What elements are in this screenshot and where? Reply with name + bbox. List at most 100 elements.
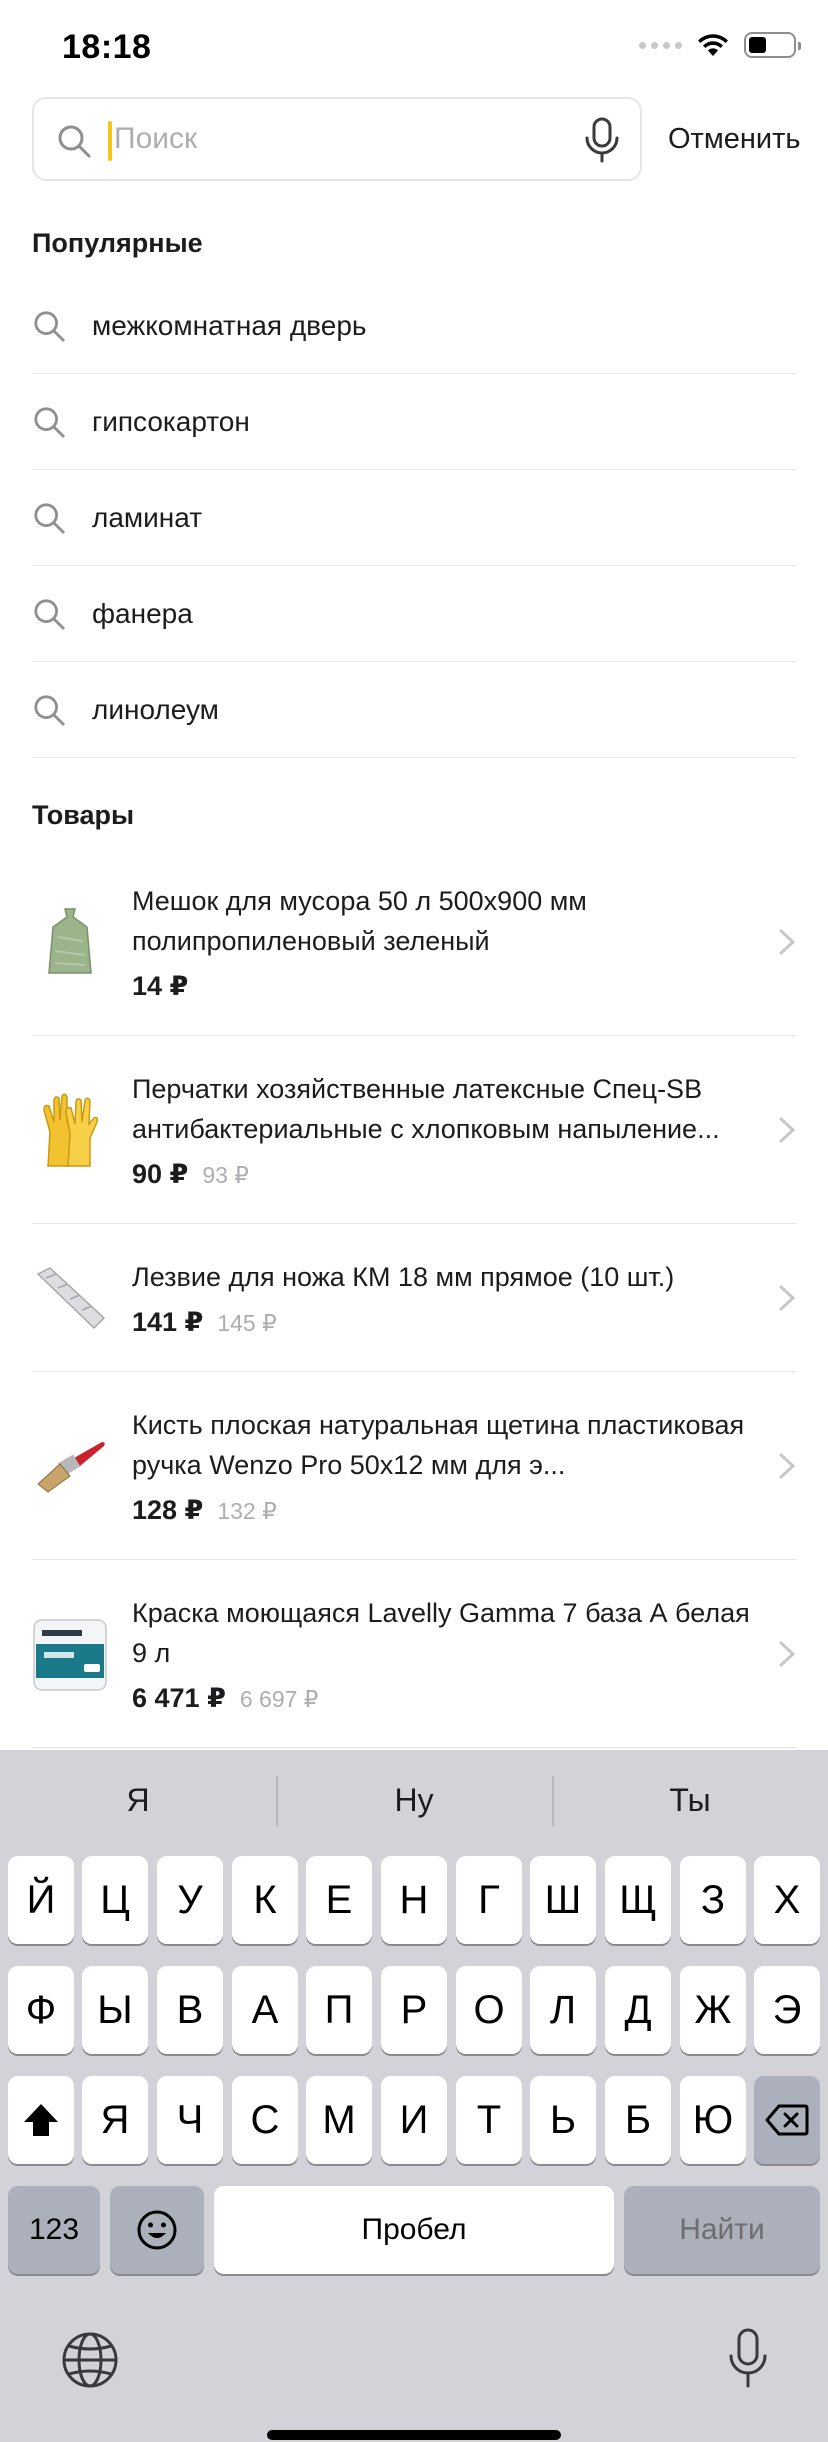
search-icon [34, 598, 65, 630]
key[interactable]: К [232, 1856, 298, 1944]
key[interactable]: У [157, 1856, 223, 1944]
key[interactable]: Г [456, 1856, 522, 1944]
globe-icon[interactable] [60, 2330, 120, 2390]
key[interactable]: Р [381, 1966, 447, 2054]
popular-search-item[interactable]: ламинат [32, 470, 796, 566]
battery-icon [744, 32, 801, 58]
key-row-2: Ф Ы В А П Р О Л Д Ж Э [0, 1966, 828, 2056]
product-price: 90 ₽ [132, 1159, 189, 1189]
key[interactable]: Й [8, 1856, 74, 1944]
suggestion[interactable]: Я [0, 1750, 276, 1850]
emoji-key[interactable] [110, 2186, 204, 2274]
chevron-right-icon [779, 1117, 795, 1142]
key[interactable]: А [232, 1966, 298, 2054]
key[interactable]: И [381, 2076, 447, 2164]
shift-icon [24, 2104, 58, 2136]
key-row-1: Й Ц У К Е Н Г Ш Щ З Х [0, 1856, 828, 1946]
key[interactable]: Ц [82, 1856, 148, 1944]
key[interactable]: Ю [680, 2076, 746, 2164]
numbers-key[interactable]: 123 [8, 2186, 100, 2274]
key[interactable]: Х [754, 1856, 820, 1944]
product-price: 14 ₽ [132, 971, 189, 1001]
chevron-right-icon [779, 1285, 795, 1310]
key[interactable]: Д [605, 1966, 671, 2054]
emoji-icon [137, 2210, 177, 2250]
popular-search-item[interactable]: гипсокартон [32, 374, 796, 470]
key[interactable]: Н [381, 1856, 447, 1944]
home-indicator [267, 2430, 561, 2440]
product-old-price: 132 ₽ [217, 1498, 277, 1524]
product-name: Кисть плоская натуральная щетина пластик… [132, 1410, 745, 1480]
delete-key[interactable] [754, 2076, 820, 2164]
chevron-right-icon [779, 1641, 795, 1666]
product-old-price: 145 ₽ [217, 1310, 277, 1336]
popular-search-label: линолеум [92, 693, 219, 725]
chevron-right-icon [779, 929, 795, 954]
key[interactable]: З [680, 1856, 746, 1944]
search-bar[interactable] [32, 97, 642, 181]
popular-search-item[interactable]: линолеум [32, 662, 796, 758]
key[interactable]: Е [306, 1856, 372, 1944]
key[interactable]: Я [82, 2076, 148, 2164]
product-image-blade [32, 1253, 108, 1343]
popular-search-item[interactable]: фанера [32, 566, 796, 662]
product-item[interactable]: Мешок для мусора 50 л 500x900 мм полипро… [32, 848, 796, 1036]
product-price: 128 ₽ [132, 1495, 204, 1525]
popular-searches-list: межкомнатная дверь гипсокартон ламинат ф… [32, 278, 796, 758]
product-image-brush [32, 1421, 108, 1511]
suggestion[interactable]: Ты [552, 1750, 828, 1850]
product-name: Лезвие для ножа КМ 18 мм прямое (10 шт.) [132, 1262, 675, 1292]
status-icons [639, 32, 801, 58]
key[interactable]: Ч [157, 2076, 223, 2164]
search-icon [34, 502, 65, 534]
product-name: Мешок для мусора 50 л 500x900 мм полипро… [132, 886, 587, 956]
key[interactable]: П [306, 1966, 372, 2054]
key[interactable]: Ш [530, 1856, 596, 1944]
product-price: 6 471 ₽ [132, 1683, 226, 1713]
microphone-icon[interactable] [582, 117, 622, 163]
search-icon [34, 406, 65, 438]
product-image-paint-bucket [32, 1609, 108, 1699]
key[interactable]: О [456, 1966, 522, 2054]
product-price: 141 ₽ [132, 1307, 204, 1337]
product-old-price: 6 697 ₽ [239, 1686, 319, 1712]
search-header: Отменить [32, 97, 802, 181]
popular-search-item[interactable]: межкомнатная дверь [32, 278, 796, 374]
search-return-key[interactable]: Найти [624, 2186, 820, 2274]
product-name: Перчатки хозяйственные латексные Спец-SB… [132, 1074, 720, 1144]
wifi-icon [698, 34, 728, 56]
key[interactable]: С [232, 2076, 298, 2164]
product-old-price: 93 ₽ [202, 1162, 249, 1188]
chevron-right-icon [779, 1453, 795, 1478]
predictive-suggestions-bar: Я Ну Ты [0, 1750, 828, 1850]
key[interactable]: В [157, 1966, 223, 2054]
product-item[interactable]: Лезвие для ножа КМ 18 мм прямое (10 шт.)… [32, 1224, 796, 1372]
key[interactable]: Б [605, 2076, 671, 2164]
key[interactable]: Ь [530, 2076, 596, 2164]
search-icon [34, 310, 65, 342]
backspace-icon [765, 2104, 809, 2136]
product-item[interactable]: Краска моющаяся Lavelly Gamma 7 база А б… [32, 1560, 796, 1748]
space-key[interactable]: Пробел [214, 2186, 614, 2274]
cellular-signal-icon [639, 41, 682, 49]
shift-key[interactable] [8, 2076, 74, 2164]
product-item[interactable]: Кисть плоская натуральная щетина пластик… [32, 1372, 796, 1560]
dictation-icon[interactable] [728, 2328, 768, 2390]
suggestion[interactable]: Ну [276, 1750, 552, 1850]
key[interactable]: Л [530, 1966, 596, 2054]
product-item[interactable]: Перчатки хозяйственные латексные Спец-SB… [32, 1036, 796, 1224]
key[interactable]: Ф [8, 1966, 74, 2054]
keyboard: Я Ну Ты Й Ц У К Е Н Г Ш Щ З Х Ф Ы В А П … [0, 1750, 828, 2442]
key[interactable]: Ж [680, 1966, 746, 2054]
key[interactable]: Э [754, 1966, 820, 2054]
key[interactable]: Щ [605, 1856, 671, 1944]
key[interactable]: Т [456, 2076, 522, 2164]
status-time: 18:18 [62, 28, 152, 66]
key[interactable]: М [306, 2076, 372, 2164]
products-section-title: Товары [32, 800, 135, 830]
cancel-button[interactable]: Отменить [668, 123, 801, 156]
product-name: Краска моющаяся Lavelly Gamma 7 база А б… [132, 1598, 750, 1668]
popular-section-title: Популярные [32, 228, 203, 258]
key[interactable]: Ы [82, 1966, 148, 2054]
search-input[interactable] [114, 99, 594, 179]
